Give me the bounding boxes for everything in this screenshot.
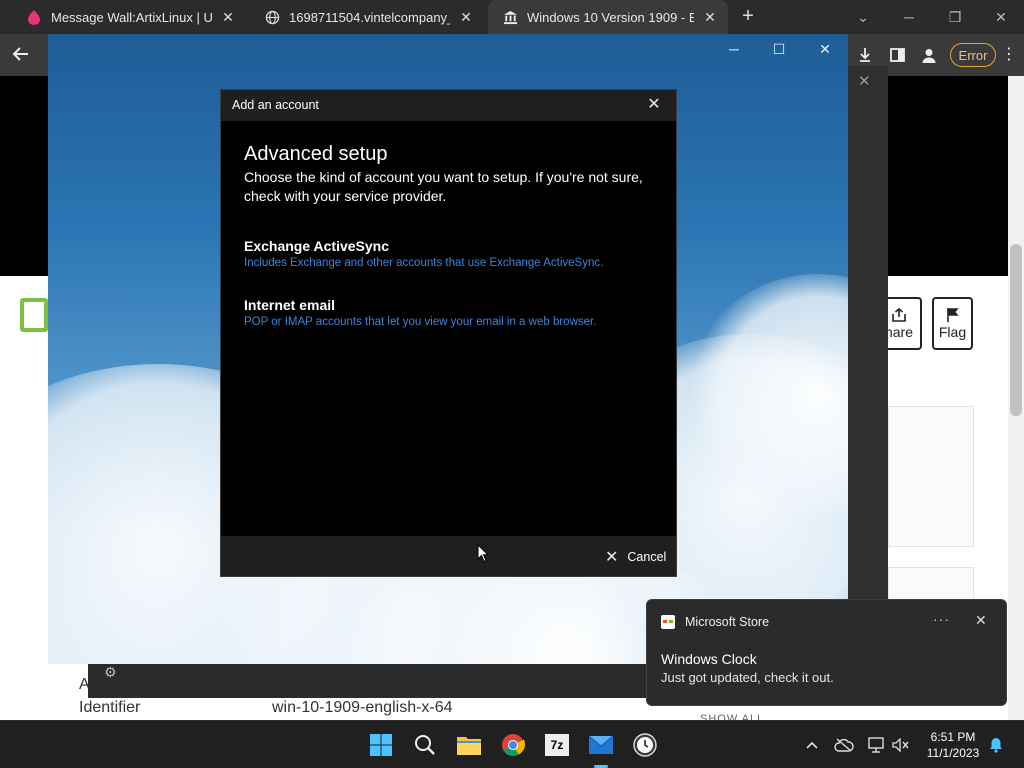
identifier-value: win-10-1909-english-x-64 [272, 699, 453, 716]
mouse-cursor-icon [477, 544, 489, 563]
clock-app-icon[interactable] [630, 730, 660, 760]
dialog-close-icon[interactable]: ✕ [645, 96, 663, 114]
flag-icon [946, 308, 959, 322]
window-bottom-bar [88, 660, 648, 698]
mail-app-icon[interactable] [586, 730, 616, 760]
notification-bell-icon[interactable] [985, 735, 1007, 755]
download-icon[interactable] [854, 44, 876, 66]
secondary-panel: ✕ [846, 66, 888, 600]
seven-zip-icon[interactable]: 7z [542, 730, 572, 760]
archive-museum-icon [502, 9, 518, 25]
profile-avatar-icon[interactable] [918, 44, 940, 66]
tab-title: Windows 10 Version 1909 - Engli [527, 9, 694, 25]
tab-title: 1698711504.vintelcompany_illust [289, 9, 450, 25]
dialog-title: Add an account [232, 98, 319, 112]
toast-body: Just got updated, check it out. [661, 670, 834, 685]
scrollbar-thumb[interactable] [1010, 244, 1022, 416]
clock-date: 11/1/2023 [926, 746, 980, 760]
save-floppy-icon [20, 298, 48, 332]
new-tab-plus-icon[interactable]: + [736, 5, 760, 29]
sidebar-card [888, 567, 974, 603]
toast-notification[interactable]: Microsoft Store ··· ✕ Windows Clock Just… [646, 599, 1007, 706]
network-ethernet-icon[interactable] [866, 735, 888, 755]
close-window-icon[interactable]: ✕ [978, 0, 1024, 34]
page-scrollbar[interactable] [1008, 76, 1024, 720]
restore-icon[interactable]: ❐ [932, 0, 978, 34]
sidebar-card [888, 406, 974, 547]
browser-tab-windows-10[interactable]: Windows 10 Version 1909 - Engli ✕ [488, 0, 728, 34]
option-internet-email[interactable]: Internet email [244, 297, 335, 313]
metadata-label: A [79, 676, 90, 693]
globe-icon [264, 9, 280, 25]
toast-app-name: Microsoft Store [685, 615, 770, 629]
dialog-footer: ✕ Cancel [221, 536, 676, 576]
clock-time: 6:51 PM [930, 730, 976, 744]
tab-search-chevron-icon[interactable]: ⌄ [840, 0, 886, 34]
settings-gear-icon[interactable]: ⚙ [104, 664, 120, 680]
tab-close-icon[interactable]: ✕ [220, 9, 236, 26]
volume-muted-icon[interactable] [890, 735, 912, 755]
flag-button[interactable]: Flag [932, 297, 973, 350]
toast-close-icon[interactable]: ✕ [975, 612, 987, 629]
option-exchange-activesync[interactable]: Exchange ActiveSync [244, 238, 389, 254]
start-windows-icon[interactable] [366, 730, 396, 760]
error-status-button[interactable]: Error [950, 43, 996, 67]
tab-close-icon[interactable]: ✕ [458, 9, 474, 26]
browser-tab-message-wall[interactable]: Message Wall:ArtixLinux | Unoffic ✕ [12, 0, 246, 34]
toast-more-options-icon[interactable]: ··· [933, 611, 950, 627]
identifier-label: Identifier [79, 699, 141, 716]
microsoft-store-icon [661, 615, 675, 629]
cancel-button[interactable]: ✕ Cancel [605, 548, 666, 566]
panel-close-icon[interactable]: ✕ [858, 72, 871, 90]
fandom-favicon-icon [26, 9, 42, 25]
browser-tab-vintelcompany[interactable]: 1698711504.vintelcompany_illust ✕ [250, 0, 484, 34]
chrome-icon[interactable] [498, 730, 528, 760]
option-exchange-description[interactable]: Includes Exchange and other accounts tha… [244, 257, 603, 269]
browser-menu-kebab-icon[interactable]: ⋮ [1001, 44, 1017, 64]
minimize-icon[interactable]: ─ [886, 0, 932, 34]
flag-label: Flag [938, 324, 967, 340]
cancel-label: Cancel [627, 550, 667, 564]
onedrive-cloud-icon[interactable] [833, 735, 855, 755]
tab-close-icon[interactable]: ✕ [702, 9, 718, 26]
close-icon: ✕ [605, 549, 619, 566]
search-icon[interactable] [410, 730, 440, 760]
toast-title: Windows Clock [661, 651, 757, 667]
dialog-header: Add an account ✕ [221, 90, 676, 121]
setup-description: Choose the kind of account you want to s… [244, 169, 643, 204]
option-internet-email-description[interactable]: POP or IMAP accounts that let you view y… [244, 316, 596, 328]
browser-tab-strip: Message Wall:ArtixLinux | Unoffic ✕ 1698… [0, 0, 1024, 34]
mail-minimize-icon[interactable]: ─ [714, 38, 754, 60]
file-explorer-icon[interactable] [454, 730, 484, 760]
system-clock[interactable]: 6:51 PM 11/1/2023 [920, 729, 986, 761]
seven-zip-label: 7z [545, 734, 569, 756]
taskbar: 7z 6:51 PM 11/1/2023 [0, 720, 1024, 768]
side-panel-icon[interactable] [886, 44, 908, 66]
mail-close-icon[interactable]: ✕ [805, 38, 845, 60]
mail-maximize-icon[interactable]: ☐ [759, 38, 799, 60]
page-title: Advanced setup [244, 143, 388, 165]
show-hidden-icons-chevron-icon[interactable] [801, 735, 823, 755]
add-account-dialog: Add an account ✕ Advanced setup Choose t… [220, 89, 677, 577]
tab-title: Message Wall:ArtixLinux | Unoffic [51, 9, 212, 25]
share-label: hare [884, 323, 914, 340]
back-arrow-icon[interactable] [10, 43, 34, 67]
share-icon [892, 307, 906, 322]
